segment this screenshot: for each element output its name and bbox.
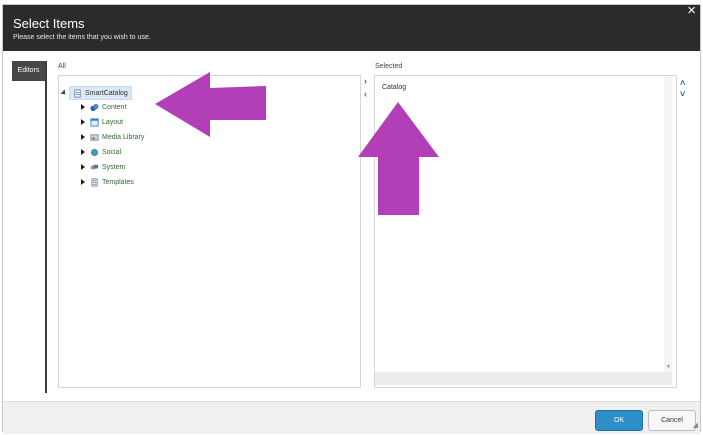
sidebar-divider (45, 61, 47, 393)
selected-item-label: Catalog (382, 83, 407, 91)
scroll-down-icon[interactable]: ▼ (666, 364, 671, 370)
tree-item-label: Social (102, 148, 122, 156)
move-up-button[interactable]: ˄ (680, 78, 685, 88)
select-items-dialog: Select Items Please select the items tha… (2, 2, 701, 434)
add-selected-button[interactable]: › (364, 76, 367, 86)
selected-list-horizontal-bar (375, 372, 672, 385)
expand-icon[interactable] (81, 119, 85, 125)
dialog-header: Select Items Please select the items tha… (3, 2, 700, 51)
selected-list-scrollbar[interactable]: ▼ (664, 76, 672, 372)
resize-grip-icon[interactable]: ◢ (693, 421, 698, 429)
dialog-title: Select Items (13, 16, 85, 31)
all-label: All (58, 63, 66, 70)
cancel-button[interactable]: Cancel (648, 410, 696, 431)
tree-item-templates[interactable]: Templates (81, 176, 134, 188)
close-icon[interactable]: × (687, 2, 696, 19)
expand-icon[interactable] (81, 134, 85, 140)
selected-label: Selected (375, 63, 403, 70)
selected-items-list: Catalog ▼ (374, 75, 677, 388)
tree-item-label: Media Library (102, 133, 145, 141)
expand-icon[interactable] (81, 149, 85, 155)
dialog-subtitle: Please select the items that you wish to… (13, 34, 151, 41)
move-down-button[interactable]: ˅ (680, 89, 685, 99)
tree-item-content[interactable]: Content (81, 101, 127, 113)
remove-selected-button[interactable]: ‹ (364, 89, 367, 99)
tree-item-label: System (102, 163, 126, 171)
layout-icon (90, 117, 99, 127)
collapse-icon[interactable] (60, 89, 68, 97)
tree-item-social[interactable]: Social (81, 146, 121, 158)
tree-item-label: Content (102, 103, 127, 111)
tree-item-label: Templates (102, 178, 134, 186)
expand-icon[interactable] (81, 104, 85, 110)
tree-root-smartcatalog[interactable]: SmartCatalog (60, 86, 132, 100)
system-icon (90, 164, 99, 169)
content-icon (90, 103, 99, 111)
expand-icon[interactable] (81, 164, 85, 170)
tree-item-system[interactable]: System (81, 161, 125, 173)
tree-item-layout[interactable]: Layout (81, 116, 123, 128)
selected-item-catalog[interactable]: Catalog (382, 81, 406, 93)
tree-root-label: SmartCatalog (85, 89, 128, 97)
social-icon (90, 148, 99, 156)
tree-item-media-library[interactable]: Media Library (81, 131, 144, 143)
all-items-tree: SmartCatalog Content Layout Media Librar… (58, 75, 361, 388)
templates-icon (91, 177, 98, 187)
media-library-icon (90, 133, 99, 141)
expand-icon[interactable] (81, 179, 85, 185)
document-icon (74, 88, 81, 98)
ok-button[interactable]: OK (595, 410, 643, 431)
tab-editors[interactable]: Editors (12, 61, 45, 81)
tree-item-label: Layout (102, 118, 124, 126)
